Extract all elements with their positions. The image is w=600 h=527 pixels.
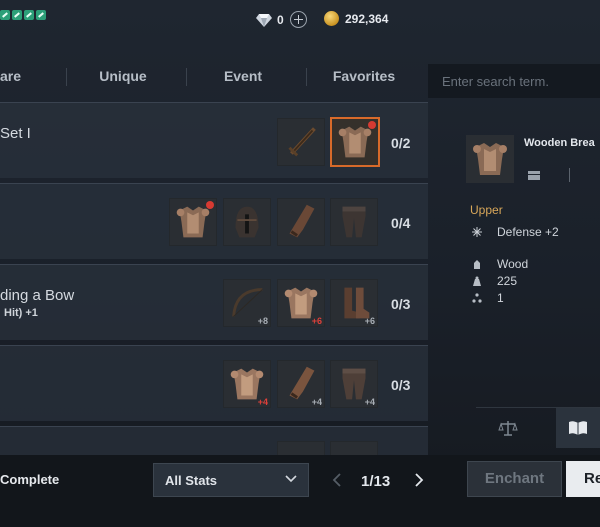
set-progress: 0/3 [391, 377, 411, 393]
enhance-level: +6 [364, 316, 375, 326]
set-list[interactable]: Set I 0/2 0/4 ding a Bow Hit) +1 +8 +6 +… [0, 100, 428, 455]
next-page-icon[interactable] [413, 472, 425, 488]
tab-divider [306, 68, 307, 86]
chevron-down-icon [285, 475, 297, 483]
item-slot[interactable] [277, 441, 325, 455]
detail-stat: Defense +2 [497, 225, 559, 239]
add-gems-button[interactable] [289, 11, 307, 28]
set-row[interactable]: +4 +4 +4 0/3 [0, 345, 428, 421]
gold-count: 292,364 [345, 11, 389, 26]
enhance-level: +4 [257, 397, 268, 407]
item-slot-boots[interactable]: +6 [330, 279, 378, 327]
set-progress: 0/2 [391, 135, 411, 151]
enhance-level: +4 [364, 397, 375, 407]
secondary-action-button[interactable]: Re [566, 461, 600, 497]
set-row[interactable]: Set I 0/2 [0, 102, 428, 178]
item-slot-breastplate[interactable] [169, 198, 217, 246]
set-progress: 0/4 [391, 215, 411, 231]
stat-filter-dropdown[interactable]: All Stats [153, 463, 309, 497]
detail-slot-type: Upper [470, 203, 503, 217]
new-indicator [206, 201, 214, 209]
gem-count: 0 [277, 12, 284, 27]
helmet-icon [235, 206, 259, 238]
buff-icon [0, 10, 10, 20]
gauntlet-icon [289, 204, 315, 238]
item-slot-breastplate[interactable]: +4 [223, 360, 271, 408]
tab-divider [186, 68, 187, 86]
detail-quantity: 1 [497, 291, 504, 305]
item-slot-leggings[interactable]: +4 [330, 360, 378, 408]
set-progress: 0/3 [391, 296, 411, 312]
tab-divider [66, 68, 67, 86]
weight-icon [473, 276, 481, 286]
category-tabs: are Unique Event Favorites [0, 60, 428, 94]
tab-favorites[interactable]: Favorites [320, 60, 408, 94]
tab-rare[interactable]: are [0, 60, 30, 94]
set-title: Set I [0, 125, 31, 142]
item-slot-breastplate[interactable]: +6 [277, 279, 325, 327]
enhance-level: +4 [311, 397, 322, 407]
diamond-icon [256, 13, 272, 27]
item-slot-helmet[interactable] [223, 198, 271, 246]
tab-codex[interactable] [556, 408, 600, 448]
item-slot-gauntlet[interactable] [277, 198, 325, 246]
book-icon [569, 421, 587, 435]
detail-weight: 225 [497, 274, 518, 288]
tab-unique[interactable]: Unique [80, 60, 166, 94]
page-indicator: 1/13 [361, 473, 391, 490]
gold-coin-icon [324, 11, 339, 26]
stat-filter-value: All Stats [165, 473, 218, 488]
set-row[interactable]: ding a Bow Hit) +1 +8 +6 +6 0/3 [0, 264, 428, 340]
top-bar: 0 292,364 [0, 0, 600, 48]
search-input[interactable] [428, 64, 600, 98]
detail-item-name: Wooden Brea [524, 137, 595, 149]
enchant-button[interactable]: Enchant [467, 461, 562, 497]
item-slot-sword[interactable] [277, 118, 325, 166]
set-row[interactable] [0, 426, 428, 455]
item-slot[interactable] [330, 441, 378, 455]
buff-icon [36, 10, 46, 20]
item-slot-breastplate[interactable] [330, 117, 380, 167]
set-title: ding a Bow [0, 287, 75, 304]
enhance-level: +6 [311, 316, 322, 326]
breastplate-icon [473, 143, 507, 175]
item-slot-bow[interactable]: +8 [223, 279, 271, 327]
item-slot-leggings[interactable] [330, 198, 378, 246]
sparkle-icon [472, 227, 482, 237]
buff-icon [24, 10, 34, 20]
material-icon [474, 260, 480, 269]
detail-tabs [476, 407, 600, 448]
prev-page-icon[interactable] [331, 472, 343, 488]
detail-item-icon [466, 135, 514, 183]
detail-material: Wood [497, 257, 529, 271]
stack-icon [472, 293, 482, 303]
sword-icon [288, 127, 316, 157]
chest-icon [528, 171, 540, 180]
gold-counter: 292,364 [324, 11, 388, 26]
scale-icon[interactable] [498, 420, 518, 436]
set-bonus: Hit) +1 [4, 307, 38, 319]
tab-event[interactable]: Event [200, 60, 286, 94]
new-indicator [368, 121, 376, 129]
buff-icons [0, 10, 46, 20]
leggings-icon [342, 206, 366, 238]
buff-icon [12, 10, 22, 20]
item-slot-gauntlet[interactable]: +4 [277, 360, 325, 408]
gem-counter: 0 [256, 11, 307, 28]
enhance-level: +8 [257, 316, 268, 326]
complete-filter-label[interactable]: Complete [0, 472, 59, 487]
detail-divider [569, 168, 570, 182]
set-row[interactable]: 0/4 [0, 183, 428, 259]
